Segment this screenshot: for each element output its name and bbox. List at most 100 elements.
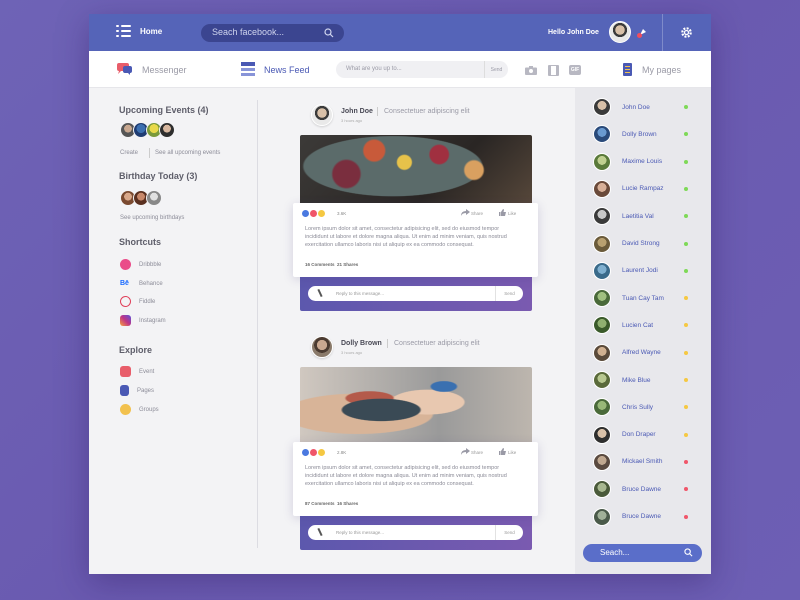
avatar[interactable]: [593, 234, 611, 253]
friend-item[interactable]: Don Draper: [593, 425, 688, 444]
avatar[interactable]: [593, 425, 611, 444]
friend-item[interactable]: Laurent Jodi: [593, 261, 688, 280]
share-button[interactable]: Share: [471, 450, 483, 455]
see-birthdays-link[interactable]: See upcoming birthdays: [120, 215, 184, 221]
status-send-button[interactable]: Send: [484, 61, 508, 78]
shortcut-behance[interactable]: Bē Behance: [120, 278, 163, 289]
friend-item[interactable]: Maxime Louis: [593, 152, 688, 171]
friend-name[interactable]: John Doe: [622, 104, 684, 111]
reply-send-button[interactable]: Send: [495, 525, 523, 540]
friend-name[interactable]: Bruce Dawne: [622, 513, 684, 520]
friend-item[interactable]: Tuan Cay Tam: [593, 289, 688, 308]
shortcut-dribbble[interactable]: Dribbble: [120, 259, 161, 270]
friend-name[interactable]: Maxime Louis: [622, 158, 684, 165]
friend-item[interactable]: Dolly Brown: [593, 125, 688, 144]
post-image[interactable]: [300, 367, 532, 445]
user-greeting[interactable]: Hello John Doe: [548, 29, 599, 36]
comments-count[interactable]: 87 Comments: [305, 501, 335, 506]
post-author[interactable]: Dolly Brown: [341, 340, 382, 347]
thumbs-up-icon[interactable]: [499, 448, 506, 455]
user-avatar[interactable]: [609, 21, 631, 43]
comments-count[interactable]: 16 Comments: [305, 262, 335, 267]
friend-name[interactable]: Lucien Cat: [622, 322, 684, 329]
avatar[interactable]: [593, 125, 611, 144]
menu-icon[interactable]: [116, 25, 131, 38]
friend-name[interactable]: Mickael Smith: [622, 458, 684, 465]
avatar[interactable]: [593, 261, 611, 280]
explore-event[interactable]: Event: [120, 366, 154, 377]
friend-name[interactable]: Bruce Dawne: [622, 486, 684, 493]
shares-count[interactable]: 16 Shares: [337, 501, 358, 506]
news-feed-icon[interactable]: [241, 62, 255, 77]
avatar[interactable]: [159, 122, 175, 138]
avatar[interactable]: [146, 190, 162, 206]
home-link[interactable]: Home: [140, 27, 162, 36]
friends-search-input[interactable]: Seach...: [583, 544, 702, 562]
friend-item[interactable]: Mickael Smith: [593, 452, 688, 471]
avatar[interactable]: [593, 289, 611, 308]
like-button[interactable]: Like: [508, 211, 516, 216]
friend-item[interactable]: Alfred Wayne: [593, 343, 688, 362]
friend-name[interactable]: Don Draper: [622, 431, 684, 438]
friend-name[interactable]: Tuan Cay Tam: [622, 295, 684, 302]
share-button[interactable]: Share: [471, 211, 483, 216]
friend-name[interactable]: Lucie Rampaz: [622, 185, 684, 192]
avatar[interactable]: [593, 152, 611, 171]
reactions[interactable]: [302, 210, 326, 217]
friend-name[interactable]: Chris Sully: [622, 404, 684, 411]
post-author-avatar[interactable]: [311, 104, 333, 126]
video-icon[interactable]: [548, 65, 559, 76]
create-event-link[interactable]: Create: [120, 150, 138, 156]
friend-item[interactable]: Lucien Cat: [593, 316, 688, 335]
avatar[interactable]: [593, 452, 611, 471]
post-author-avatar[interactable]: [311, 336, 333, 358]
shortcut-instagram[interactable]: Instagram: [120, 315, 166, 326]
birthday-avatars[interactable]: [120, 190, 162, 206]
friend-item[interactable]: Bruce Dawne: [593, 507, 688, 526]
avatar[interactable]: [593, 179, 611, 198]
search-icon[interactable]: [324, 28, 334, 38]
messenger-link[interactable]: Messenger: [142, 65, 187, 75]
messenger-icon[interactable]: [116, 62, 133, 76]
camera-icon[interactable]: [525, 66, 537, 75]
like-button[interactable]: Like: [508, 450, 516, 455]
explore-pages[interactable]: Pages: [120, 385, 154, 396]
thumbs-up-icon[interactable]: [499, 209, 506, 216]
shares-count[interactable]: 21 Shares: [337, 262, 358, 267]
reply-input[interactable]: Reply to this message... Send: [308, 525, 523, 540]
reply-send-button[interactable]: Send: [495, 286, 523, 301]
friend-name[interactable]: Laetitia Val: [622, 213, 684, 220]
reactions[interactable]: [302, 449, 326, 456]
explore-groups[interactable]: Groups: [120, 404, 159, 415]
post-image[interactable]: [300, 135, 532, 213]
friend-item[interactable]: Chris Sully: [593, 398, 688, 417]
reply-input[interactable]: Reply to this message... Send: [308, 286, 523, 301]
avatar[interactable]: [593, 207, 611, 226]
avatar[interactable]: [593, 371, 611, 389]
avatar[interactable]: [593, 343, 611, 362]
friend-item[interactable]: David Strong: [593, 234, 688, 253]
share-icon[interactable]: [461, 209, 470, 216]
share-icon[interactable]: [461, 448, 470, 455]
event-avatars[interactable]: [120, 122, 175, 138]
friend-item[interactable]: Bruce Dawne: [593, 480, 688, 499]
search-icon[interactable]: [684, 548, 693, 557]
post-author[interactable]: John Doe: [341, 108, 373, 115]
avatar[interactable]: [593, 98, 611, 116]
news-feed-link[interactable]: News Feed: [264, 65, 310, 75]
gif-button[interactable]: GIF: [569, 65, 581, 75]
friend-name[interactable]: Alfred Wayne: [622, 349, 684, 356]
avatar[interactable]: [593, 480, 611, 499]
friend-name[interactable]: Mike Blue: [622, 377, 684, 384]
shortcut-fiddle[interactable]: Fiddle: [120, 296, 155, 307]
friend-item[interactable]: Laetitia Val: [593, 207, 688, 226]
friend-item[interactable]: Mike Blue: [593, 371, 688, 389]
pages-icon[interactable]: [623, 63, 632, 76]
friend-item[interactable]: John Doe: [593, 98, 688, 116]
friend-name[interactable]: Laurent Jodi: [622, 267, 684, 274]
friend-item[interactable]: Lucie Rampaz: [593, 179, 688, 198]
avatar[interactable]: [593, 507, 611, 526]
status-input[interactable]: What are you up to... Send: [336, 61, 508, 78]
friend-name[interactable]: David Strong: [622, 240, 684, 247]
avatar[interactable]: [593, 316, 611, 335]
